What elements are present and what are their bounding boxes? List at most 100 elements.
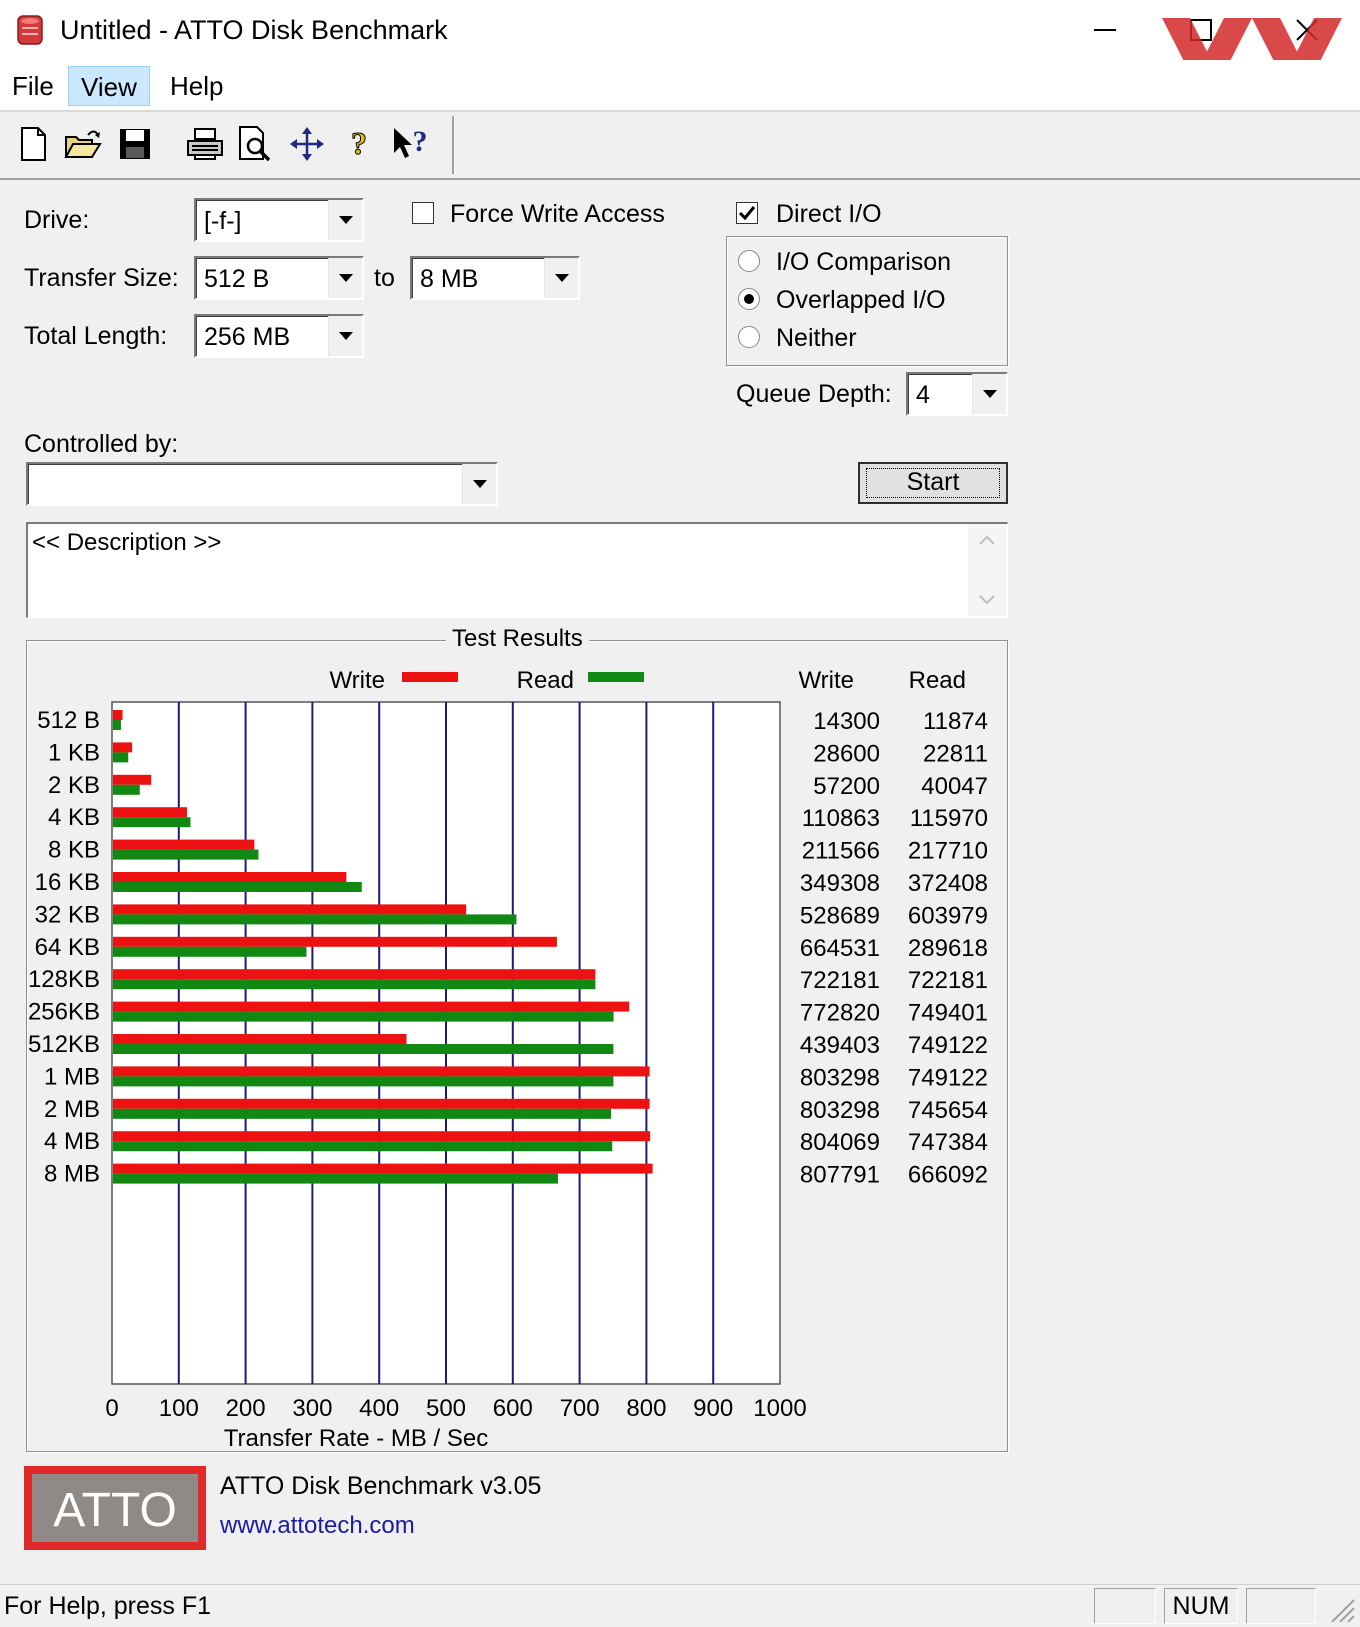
context-help-button[interactable]: ? [388, 118, 434, 170]
total-length-select[interactable]: 256 MB [194, 314, 364, 358]
queue-depth-select[interactable]: 4 [906, 372, 1008, 416]
save-button[interactable] [112, 118, 158, 170]
menu-help[interactable]: Help [158, 66, 235, 106]
legend-read-swatch [588, 672, 644, 682]
description-scrollbar[interactable] [968, 524, 1006, 616]
write-bar [113, 1034, 407, 1044]
write-value: 28600 [813, 740, 880, 767]
write-bar [113, 969, 596, 980]
svg-text:ATTO: ATTO [53, 1484, 177, 1537]
status-help-text: For Help, press F1 [4, 1592, 212, 1620]
new-file-button[interactable] [10, 118, 56, 170]
write-value: 803298 [800, 1064, 880, 1091]
read-value: 749401 [908, 1000, 988, 1027]
read-bar [113, 914, 517, 925]
drive-value: [-f-] [204, 207, 242, 235]
read-bar [113, 1044, 614, 1054]
read-bar [113, 1108, 612, 1119]
x-tick-label: 100 [159, 1395, 199, 1422]
read-value: 666092 [908, 1162, 988, 1189]
new-file-icon [21, 127, 46, 161]
write-value: 772820 [800, 1000, 880, 1027]
radio-neither[interactable] [738, 326, 760, 348]
chevron-down-icon[interactable] [328, 316, 362, 356]
atto-logo[interactable]: ATTO [24, 1466, 206, 1550]
chevron-down-icon[interactable] [544, 258, 578, 298]
category-label: 1 KB [48, 739, 100, 766]
write-bar [113, 1066, 650, 1077]
write-value: 439403 [800, 1032, 880, 1059]
open-folder-icon [64, 130, 102, 158]
neither-label: Neither [776, 324, 857, 352]
print-button[interactable] [182, 118, 228, 170]
write-value: 110863 [802, 805, 880, 832]
read-bar [113, 946, 307, 957]
read-value: 40047 [921, 773, 988, 800]
focus-rect [866, 468, 1000, 498]
write-bar [113, 936, 557, 947]
version-label: ATTO Disk Benchmark v3.05 [220, 1472, 542, 1500]
queue-depth-label: Queue Depth: [736, 380, 892, 408]
chevron-down-icon[interactable] [328, 258, 362, 298]
move-button[interactable] [284, 118, 330, 170]
website-link[interactable]: www.attotech.com [220, 1510, 415, 1542]
move-icon [290, 127, 324, 161]
write-value: 14300 [813, 708, 880, 735]
transfer-to-select[interactable]: 8 MB [410, 256, 580, 300]
read-value: 289618 [908, 935, 988, 962]
print-preview-button[interactable] [232, 118, 278, 170]
write-value: 664531 [800, 935, 880, 962]
x-tick-label: 200 [226, 1395, 266, 1422]
open-button[interactable] [60, 118, 106, 170]
write-bar [113, 1163, 653, 1174]
minimize-button[interactable] [1082, 6, 1128, 54]
transfer-from-select[interactable]: 512 B [194, 256, 364, 300]
category-label: 8 KB [48, 837, 100, 864]
direct-io-checkbox[interactable] [736, 202, 758, 224]
drive-select[interactable]: [-f-] [194, 198, 364, 242]
category-label: 512KB [28, 1031, 100, 1058]
chevron-down-icon[interactable] [328, 200, 362, 240]
write-bar [113, 872, 347, 882]
radio-overlapped-io[interactable] [738, 288, 760, 310]
menu-view[interactable]: View [68, 66, 150, 106]
write-bar [113, 807, 188, 818]
legend-write-swatch [402, 672, 458, 682]
legend-read-label: Read [517, 667, 574, 694]
x-tick-label: 1000 [753, 1395, 806, 1422]
read-bar [113, 882, 362, 892]
read-value: 745654 [908, 1097, 988, 1124]
read-bar [113, 784, 140, 795]
help-button[interactable]: ? [336, 118, 382, 170]
write-bar [113, 710, 123, 720]
chevron-down-icon[interactable] [462, 464, 496, 504]
menu-file[interactable]: File [0, 66, 66, 106]
force-write-checkbox[interactable] [412, 202, 434, 224]
write-bar [113, 1098, 650, 1109]
write-bar [113, 742, 133, 753]
atto-app-icon[interactable] [16, 14, 44, 46]
x-tick-label: 900 [693, 1395, 733, 1422]
x-tick-label: 400 [359, 1395, 399, 1422]
read-value: 372408 [908, 870, 988, 897]
x-tick-label: 300 [292, 1395, 332, 1422]
queue-depth-value: 4 [916, 381, 930, 409]
chevron-down-icon[interactable] [972, 374, 1006, 414]
write-bar [113, 839, 255, 850]
read-bar [113, 979, 596, 990]
read-value: 115970 [910, 805, 988, 832]
category-label: 512 B [37, 707, 100, 734]
read-bar [113, 752, 129, 763]
size-grip-icon[interactable] [1326, 1594, 1356, 1623]
x-tick-label: 600 [493, 1395, 533, 1422]
start-button[interactable]: Start [858, 462, 1008, 504]
controlled-by-select[interactable] [26, 462, 498, 506]
category-label: 4 MB [44, 1128, 100, 1155]
description-text: << Description >> [32, 529, 222, 556]
read-bar [113, 720, 121, 730]
svg-text:?: ? [413, 125, 428, 158]
write-value: 807791 [800, 1162, 880, 1189]
write-value: 803298 [800, 1097, 880, 1124]
radio-io-comparison[interactable] [738, 250, 760, 272]
category-label: 2 KB [48, 772, 100, 799]
